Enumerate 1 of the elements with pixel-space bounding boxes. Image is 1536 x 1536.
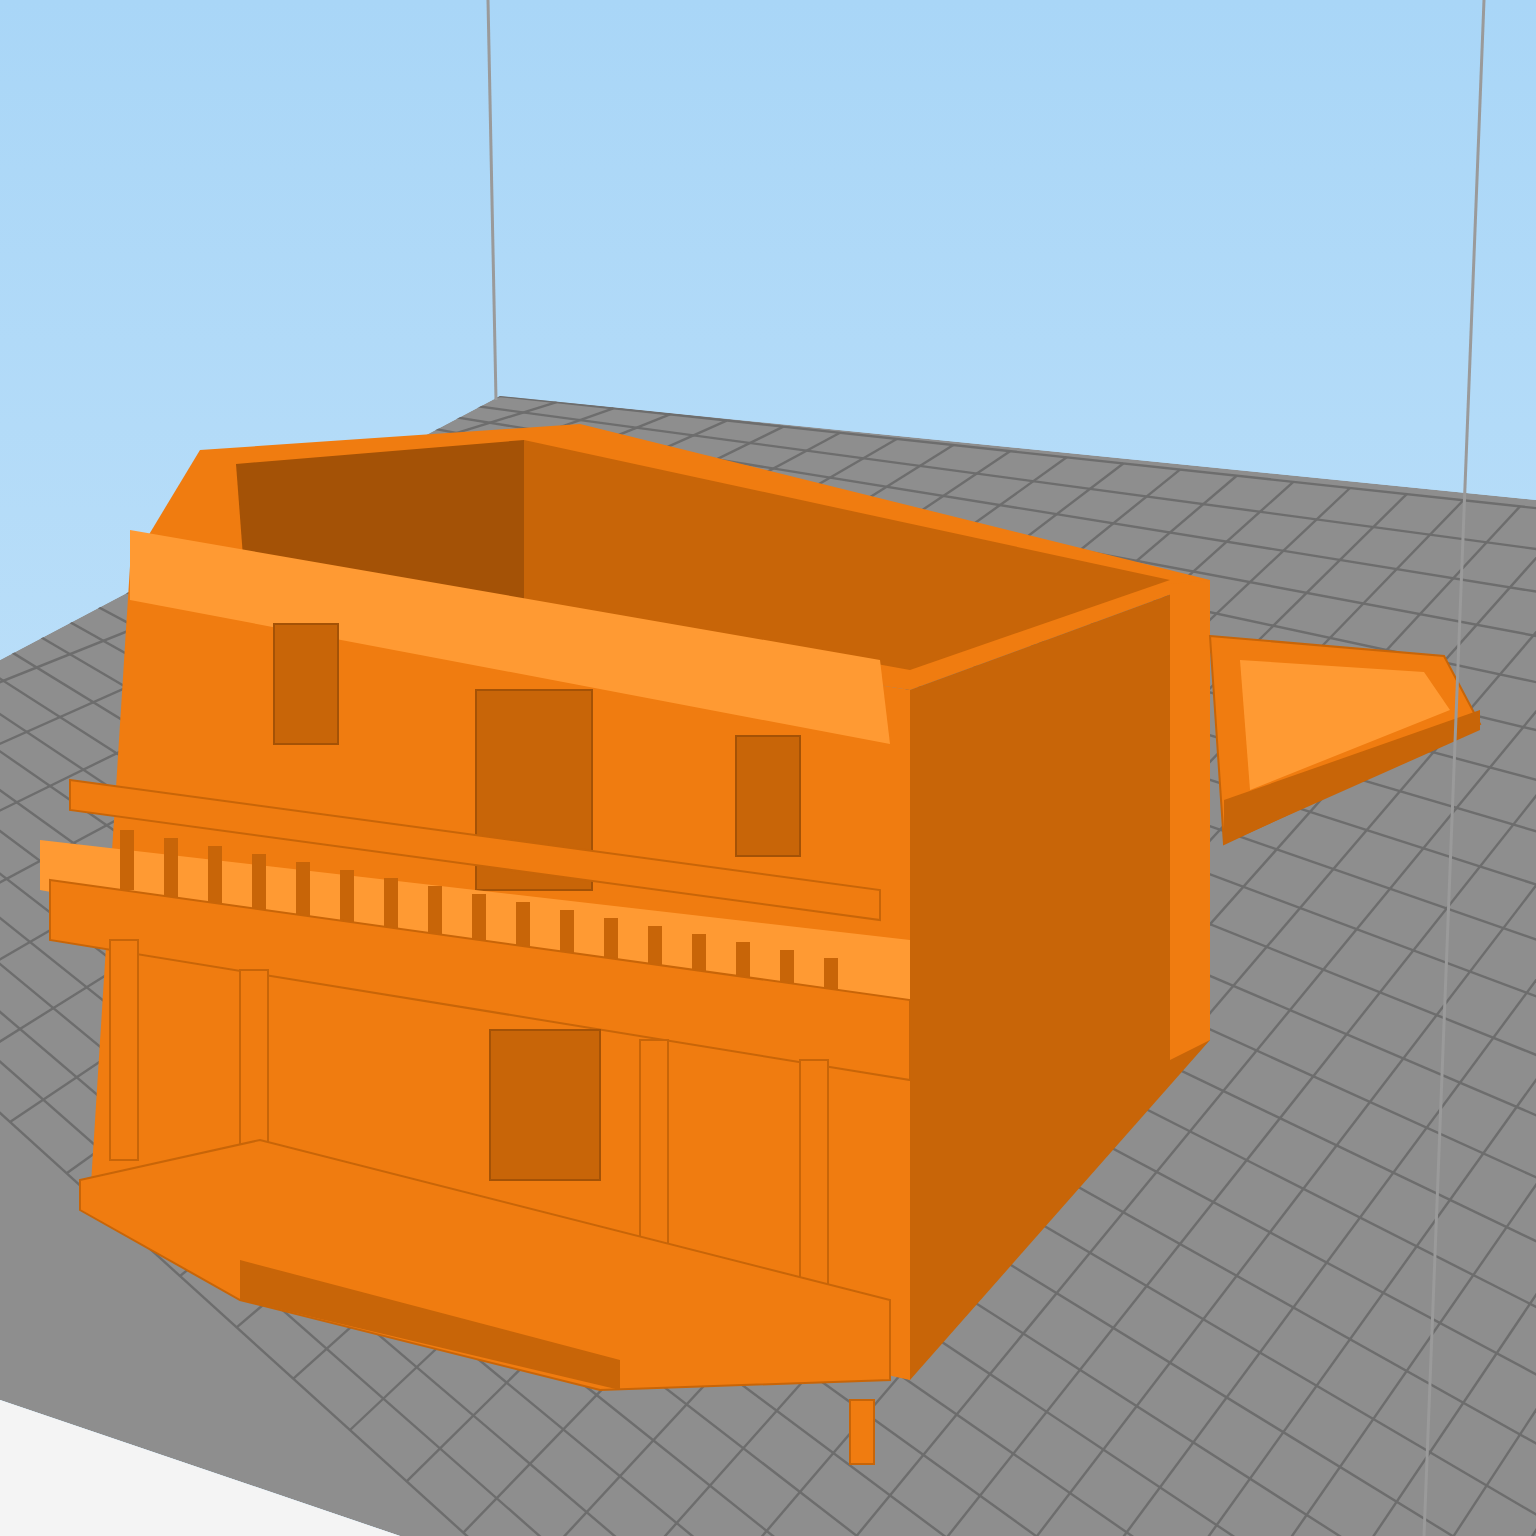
3d-viewport[interactable] xyxy=(0,0,1536,1536)
